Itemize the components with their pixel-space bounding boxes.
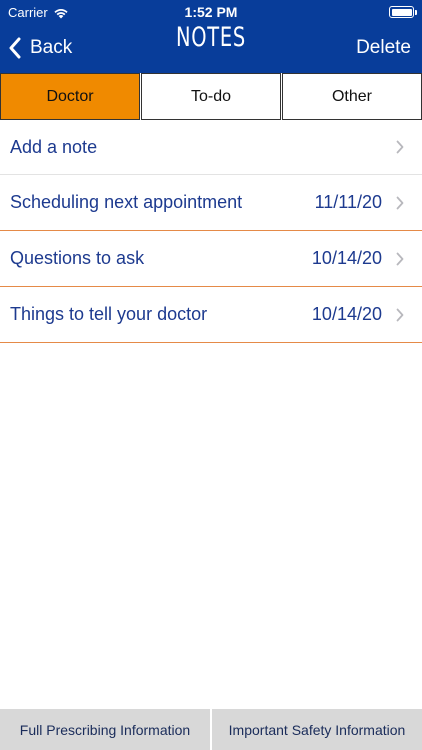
note-date: 11/11/20: [314, 192, 382, 212]
page-title: NOTES: [176, 22, 246, 53]
back-chevron-icon: [9, 37, 21, 59]
status-bar: Carrier 1:52 PM: [0, 0, 422, 24]
add-note-row[interactable]: Add a note: [0, 120, 422, 175]
tab-other[interactable]: Other: [282, 73, 422, 120]
note-title: Questions to ask: [10, 248, 145, 268]
chevron-right-icon: [396, 252, 404, 265]
note-date: 10/14/20: [311, 304, 382, 324]
footer-bar: Full Prescribing Information Important S…: [0, 709, 422, 750]
chevron-right-icon: [396, 196, 404, 209]
tab-doctor[interactable]: Doctor: [0, 73, 140, 120]
note-row[interactable]: Scheduling next appointment 11/11/20: [0, 175, 422, 231]
battery-icon: [389, 6, 417, 18]
add-note-label: Add a note: [10, 136, 98, 157]
important-safety-information-button[interactable]: Important Safety Information: [212, 709, 422, 750]
note-row[interactable]: Things to tell your doctor 10/14/20: [0, 287, 422, 343]
note-date: 10/14/20: [311, 248, 382, 268]
navigation-header: Carrier 1:52 PM Back NOTES Delete: [0, 0, 422, 73]
tab-to-do[interactable]: To-do: [141, 73, 281, 120]
status-time: 1:52 PM: [184, 4, 238, 20]
notes-list: Add a note Scheduling next appointment 1…: [0, 120, 422, 343]
note-row[interactable]: Questions to ask 10/14/20: [0, 231, 422, 287]
category-tabs: Doctor To-do Other: [0, 73, 422, 120]
delete-button[interactable]: Delete: [356, 37, 411, 59]
chevron-right-icon: [396, 308, 404, 321]
note-title: Scheduling next appointment: [10, 192, 243, 212]
full-prescribing-information-button[interactable]: Full Prescribing Information: [0, 709, 210, 750]
note-title: Things to tell your doctor: [10, 304, 208, 324]
chevron-right-icon: [396, 140, 404, 154]
